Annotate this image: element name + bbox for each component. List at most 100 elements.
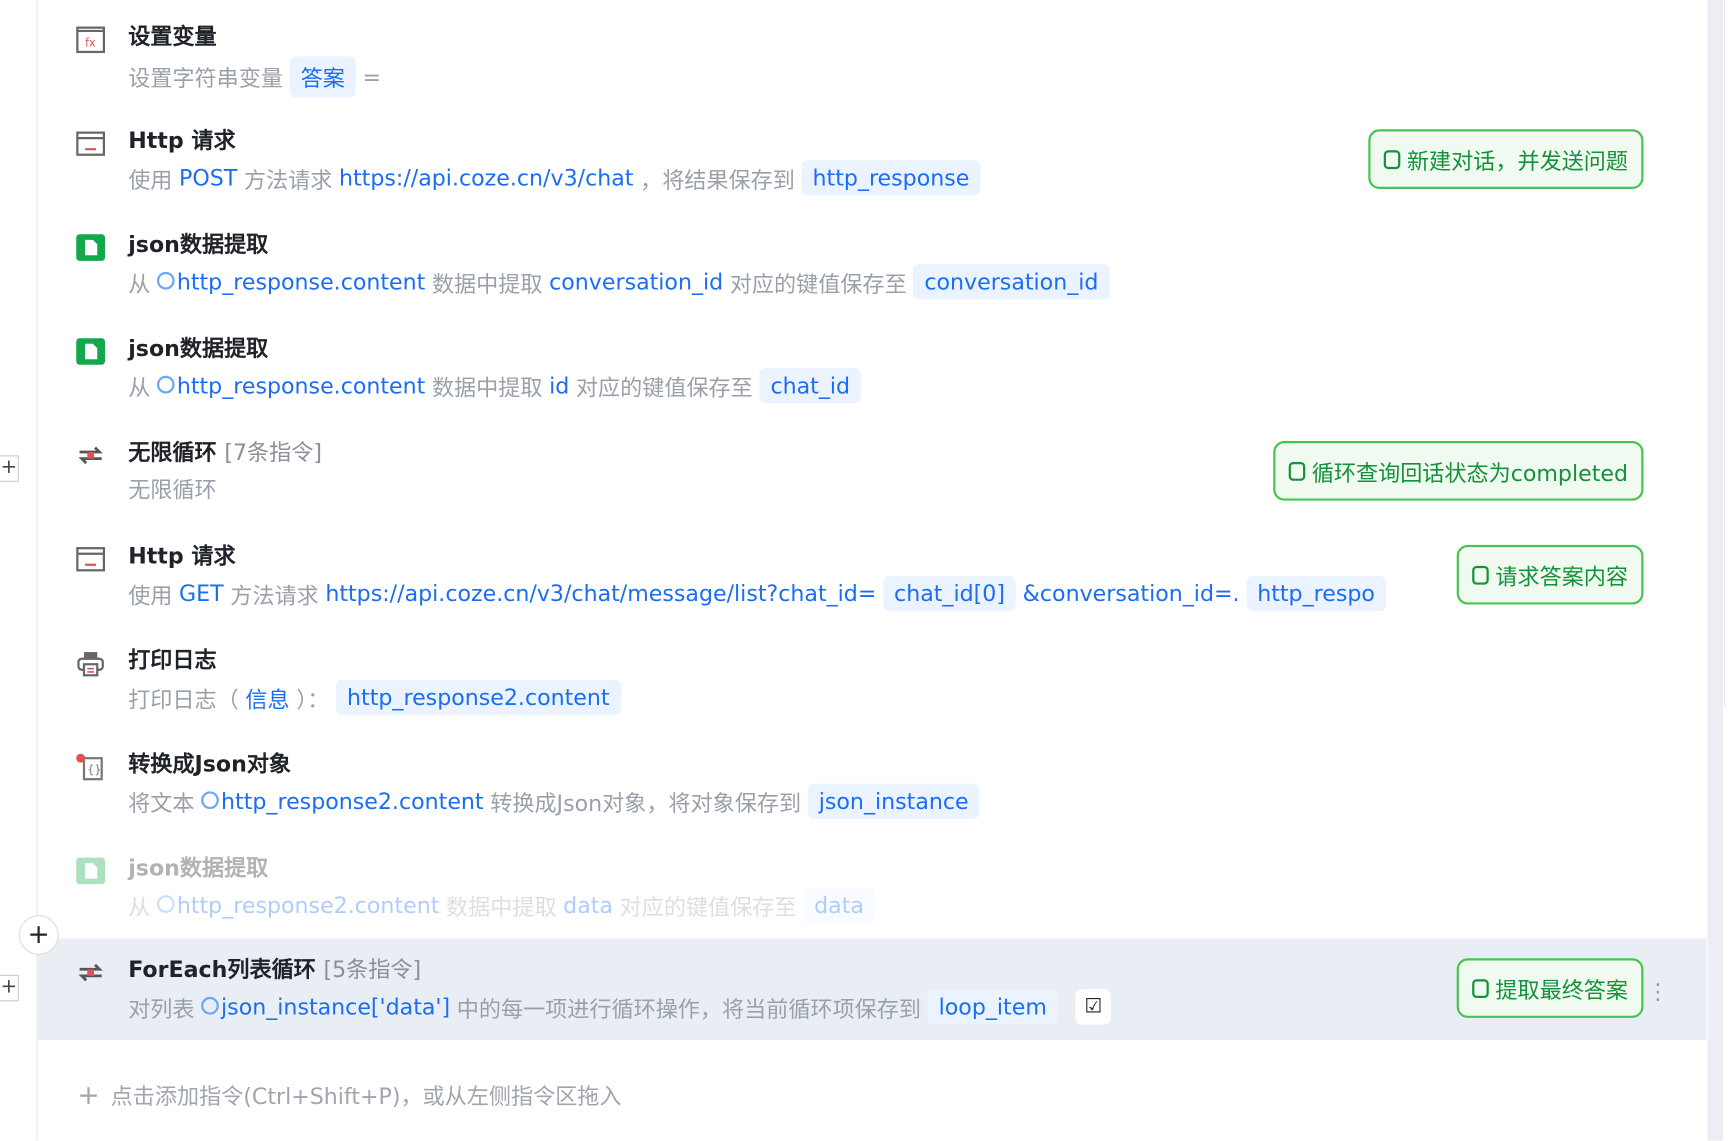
http-browser-icon	[76, 547, 105, 572]
desc-text: 打印日志（	[128, 685, 239, 713]
source-variable[interactable]: http_response.content	[177, 269, 425, 296]
variable-tag[interactable]: conversation_id	[913, 264, 1110, 300]
note-label: 提取最终答案	[1495, 976, 1629, 1003]
note-button[interactable]: 请求答案内容	[1456, 544, 1644, 605]
json-convert-icon: {}	[76, 753, 103, 781]
equals-sign: =	[362, 63, 382, 91]
step-desc: 设置字符串变量	[128, 65, 283, 92]
step-foreach-loop[interactable]: ForEach列表循环 [5条指令] 对列表 json_instance['dat…	[37, 938, 1707, 1041]
svg-text:fx: fx	[85, 36, 96, 49]
variable-tag[interactable]: http_response2.content	[335, 679, 621, 716]
variable-ref-icon	[201, 996, 219, 1015]
desc-text: ，将结果保存到	[640, 166, 795, 193]
variable-ref-icon	[156, 271, 175, 290]
json-extract-icon	[76, 338, 105, 365]
more-options-icon[interactable]: ⋮	[1647, 978, 1669, 1005]
step-convert-json[interactable]: {} 转换成Json对象 将文本 http_response2.content 转换…	[38, 733, 1707, 837]
desc-text: 对应的键值保存至	[575, 374, 753, 401]
expand-button[interactable]: +	[0, 974, 19, 1002]
step-title: json数据提取	[128, 230, 269, 258]
source-variable[interactable]: json_instance['data']	[221, 994, 450, 1021]
variable-ref-icon	[201, 791, 219, 810]
json-key[interactable]: conversation_id	[549, 269, 723, 296]
variable-tag[interactable]: chat_id[0]	[882, 575, 1017, 612]
step-title: json数据提取	[128, 854, 269, 881]
step-title: 打印日志	[128, 646, 217, 674]
step-title: 转换成Json对象	[128, 750, 292, 777]
step-infinite-loop[interactable]: 无限循环 [7条指令] 无限循环 循环查询回话状态为completed	[38, 421, 1707, 525]
step-title: 无限循环	[128, 438, 217, 466]
note-button[interactable]: 新建对话，并发送问题	[1368, 129, 1644, 189]
step-set-variable[interactable]: fx 设置变量 设置字符串变量 答案 =	[38, 6, 1707, 110]
scrollbar-track[interactable]	[1707, 0, 1724, 1141]
desc-text: 数据中提取	[431, 374, 543, 401]
note-button[interactable]: 循环查询回话状态为completed	[1273, 440, 1644, 501]
desc-text: 对列表	[128, 995, 195, 1022]
variable-tag[interactable]: data	[803, 887, 875, 923]
note-label: 循环查询回话状态为completed	[1311, 459, 1629, 486]
variable-tag[interactable]: chat_id	[759, 368, 862, 404]
add-instruction-hint[interactable]: + 点击添加指令(Ctrl+Shift+P)，或从左侧指令区拖入	[77, 1079, 621, 1111]
http-browser-icon	[76, 131, 105, 156]
step-print-log[interactable]: 打印日志 打印日志（ 信息）： http_response2.content	[38, 629, 1707, 733]
desc-text: 方法请求	[243, 166, 333, 193]
variable-tag[interactable]: loop_item	[927, 989, 1058, 1025]
json-key[interactable]: id	[549, 372, 569, 399]
insert-step-button[interactable]: +	[18, 915, 59, 955]
step-title: ForEach列表循环	[128, 956, 316, 983]
step-desc: 无限循环	[128, 476, 217, 503]
step-http-request[interactable]: Http 请求 使用 GET 方法请求 https://api.coze.cn/v3/…	[38, 525, 1707, 629]
variable-tag[interactable]: json_instance	[807, 783, 980, 819]
desc-text: 将文本	[128, 789, 195, 817]
expand-button[interactable]: +	[0, 455, 19, 482]
desc-text: 从	[128, 893, 151, 921]
step-title: Http 请求	[128, 542, 236, 570]
log-level[interactable]: 信息	[245, 681, 289, 713]
desc-text: 方法请求	[230, 581, 319, 609]
http-method[interactable]: GET	[179, 580, 224, 607]
variable-ref-icon	[156, 895, 175, 913]
step-title: Http 请求	[128, 127, 236, 154]
note-icon	[1472, 565, 1489, 585]
note-icon	[1288, 461, 1306, 481]
variable-tag[interactable]: http_respo	[1246, 575, 1386, 612]
request-url[interactable]: &conversation_id=.	[1023, 580, 1240, 607]
variable-tag[interactable]: 答案	[289, 56, 356, 98]
variable-ref-icon	[156, 375, 175, 394]
source-variable[interactable]: http_response.content	[177, 372, 425, 399]
desc-text: 数据中提取	[446, 893, 557, 921]
desc-text: 使用	[128, 581, 173, 609]
foreach-loop-icon	[78, 963, 103, 982]
variable-tag[interactable]: http_response	[801, 160, 981, 196]
step-title: json数据提取	[128, 334, 269, 362]
note-label: 请求答案内容	[1495, 563, 1629, 590]
json-extract-icon	[76, 234, 105, 261]
http-method[interactable]: POST	[179, 165, 237, 192]
function-variable-icon: fx	[76, 26, 105, 54]
desc-text: 从	[128, 270, 151, 297]
desc-text: 中的每一项进行循环操作，将当前循环项保存到	[456, 995, 921, 1022]
add-hint-text: 点击添加指令(Ctrl+Shift+P)，或从左侧指令区拖入	[110, 1083, 622, 1110]
divider	[1724, 0, 1726, 708]
step-http-request[interactable]: Http 请求 使用 POST 方法请求 https://api.coze.cn/v3…	[38, 109, 1707, 213]
svg-text:{}: {}	[87, 764, 101, 777]
note-label: 新建对话，并发送问题	[1406, 147, 1629, 175]
plus-icon: +	[77, 1079, 100, 1111]
source-variable[interactable]: http_response2.content	[177, 892, 440, 919]
step-json-extract[interactable]: json数据提取 从 http_response.content 数据中提取 id 对应…	[38, 317, 1707, 421]
desc-text: 对应的键值保存至	[619, 893, 797, 921]
step-json-extract-disabled[interactable]: json数据提取 从 http_response2.content 数据中提取 dat…	[38, 837, 1707, 941]
request-url[interactable]: https://api.coze.cn/v3/chat	[339, 165, 633, 192]
note-icon	[1383, 149, 1401, 169]
instruction-count: [5条指令]	[323, 956, 422, 983]
json-extract-icon	[76, 857, 105, 885]
checklist-icon[interactable]: ☑	[1075, 989, 1111, 1025]
note-button[interactable]: 提取最终答案	[1456, 958, 1644, 1018]
step-json-extract[interactable]: json数据提取 从 http_response.content 数据中提取 conv…	[38, 213, 1707, 317]
source-variable[interactable]: http_response2.content	[221, 788, 484, 815]
desc-text: 数据中提取	[431, 270, 543, 297]
request-url[interactable]: https://api.coze.cn/v3/chat/message/list…	[325, 580, 876, 607]
json-key[interactable]: data	[563, 892, 613, 919]
desc-text: 对应的键值保存至	[729, 270, 907, 297]
desc-text: 从	[128, 374, 151, 401]
